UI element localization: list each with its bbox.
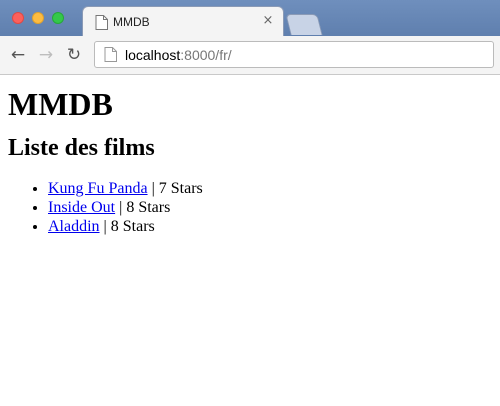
film-rating: | 8 Stars [115, 199, 171, 216]
page-subtitle: Liste des films [8, 135, 155, 161]
url-host: localhost [125, 47, 181, 63]
film-link[interactable]: Aladdin [48, 218, 100, 235]
forward-arrow-icon[interactable]: → [36, 45, 56, 65]
url-text[interactable]: localhost:8000/fr/ [125, 47, 232, 63]
browser-tab[interactable]: MMDB × [82, 6, 284, 37]
reload-icon[interactable]: ↻ [64, 45, 84, 65]
new-tab-button[interactable] [285, 14, 323, 35]
film-rating: | 8 Stars [99, 218, 155, 235]
page-title: MMDB [8, 86, 113, 122]
film-item: Inside Out | 8 Stars [48, 198, 492, 217]
film-item: Kung Fu Panda | 7 Stars [48, 179, 492, 198]
page-icon [95, 15, 108, 30]
address-bar[interactable]: localhost:8000/fr/ [94, 41, 494, 68]
film-list: Kung Fu Panda | 7 Stars Inside Out | 8 S… [8, 179, 492, 236]
film-item: Aladdin | 8 Stars [48, 217, 492, 236]
close-tab-icon[interactable]: × [261, 13, 275, 29]
browser-toolbar: ← → ↻ localhost:8000/fr/ [0, 36, 500, 75]
minimize-window-button[interactable] [32, 12, 44, 24]
film-link[interactable]: Inside Out [48, 199, 115, 216]
close-window-button[interactable] [12, 12, 24, 24]
browser-titlebar: MMDB × [0, 0, 500, 37]
film-link[interactable]: Kung Fu Panda [48, 180, 148, 197]
page-content: MMDB Liste des films Kung Fu Panda | 7 S… [0, 87, 500, 236]
tab-title: MMDB [113, 15, 150, 29]
back-arrow-icon[interactable]: ← [8, 45, 28, 65]
url-path: :8000/fr/ [180, 47, 232, 63]
page-icon [104, 47, 117, 62]
maximize-window-button[interactable] [52, 12, 64, 24]
film-rating: | 7 Stars [147, 180, 203, 197]
